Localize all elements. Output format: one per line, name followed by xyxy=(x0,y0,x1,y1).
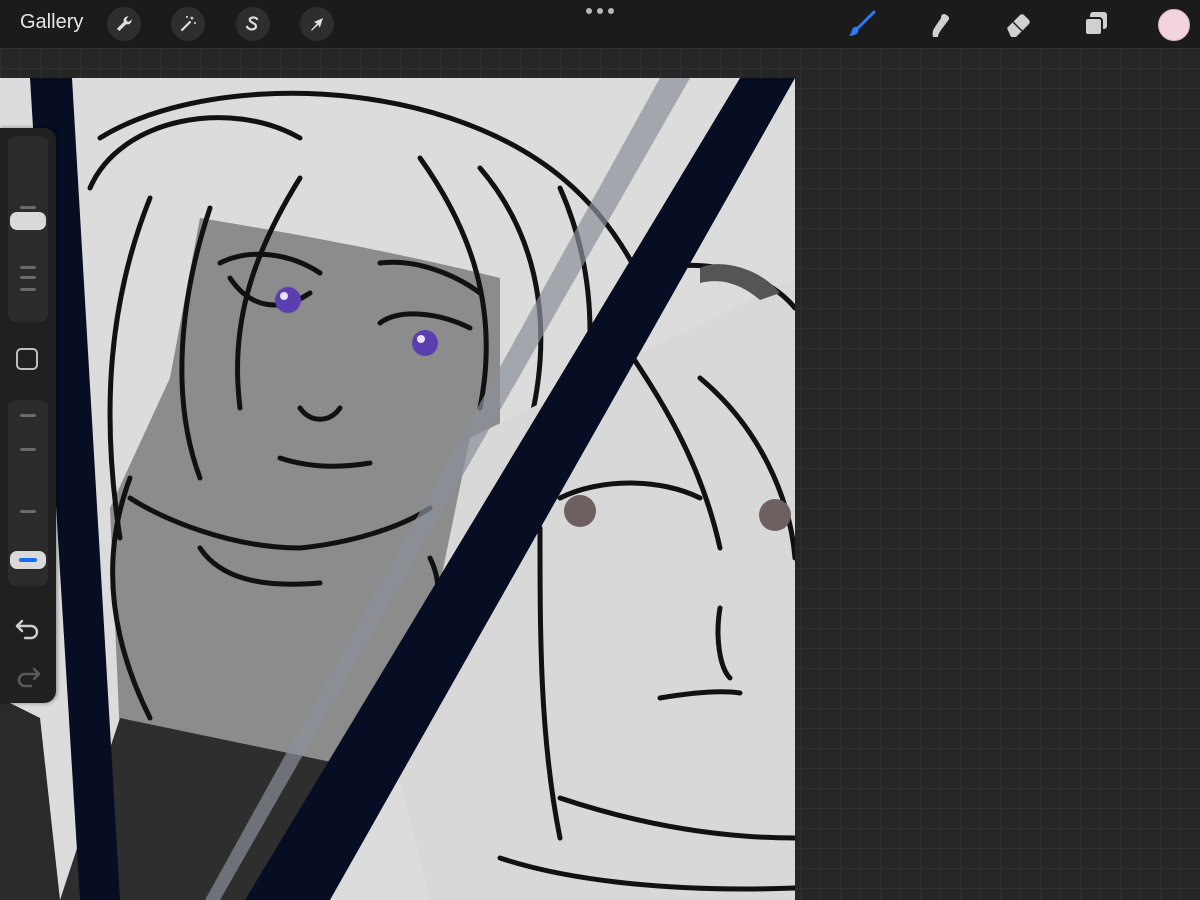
actions-button[interactable] xyxy=(107,7,141,41)
opacity-slider[interactable] xyxy=(8,400,48,586)
slider-tick xyxy=(20,288,36,291)
square-icon[interactable] xyxy=(16,348,38,370)
smudge-tool-button[interactable] xyxy=(923,8,955,40)
brush-icon xyxy=(849,10,876,36)
color-picker-button[interactable] xyxy=(1158,9,1190,41)
wrench-icon xyxy=(117,16,132,31)
slider-tick xyxy=(20,276,36,279)
right-eye-iris xyxy=(564,495,596,527)
opacity-thumb[interactable] xyxy=(10,551,46,569)
slider-tick xyxy=(20,266,36,269)
side-toolbar xyxy=(0,128,56,703)
hair-tuft xyxy=(700,264,780,300)
brush-tool-button[interactable] xyxy=(846,8,878,40)
magic-wand-icon xyxy=(180,16,196,32)
left-dark-corner xyxy=(0,698,60,900)
drawing-canvas[interactable] xyxy=(0,78,795,900)
eye-highlight xyxy=(417,335,425,343)
left-eye-right-iris xyxy=(412,330,438,356)
layers-icon xyxy=(1084,12,1107,36)
opacity-thumb-accent xyxy=(19,558,37,562)
slider-tick xyxy=(20,510,36,513)
left-eye-left-iris xyxy=(275,287,301,313)
eraser-tool-button[interactable] xyxy=(1002,8,1034,40)
sketch-artwork xyxy=(0,78,795,900)
transform-arrow-icon xyxy=(311,18,323,31)
right-eye-iris xyxy=(759,499,791,531)
selection-button[interactable] xyxy=(236,7,270,41)
transform-button[interactable] xyxy=(300,7,334,41)
gallery-button[interactable]: Gallery xyxy=(20,11,83,34)
smudge-icon xyxy=(932,14,950,37)
top-toolbar: Gallery xyxy=(0,0,1200,48)
eye-highlight xyxy=(280,292,288,300)
adjustments-button[interactable] xyxy=(171,7,205,41)
slider-tick xyxy=(20,414,36,417)
redo-arrow-icon[interactable] xyxy=(14,662,42,690)
slider-tick xyxy=(20,448,36,451)
selection-s-icon xyxy=(245,16,259,31)
eraser-icon xyxy=(1007,14,1030,37)
layers-button[interactable] xyxy=(1080,8,1112,40)
slider-tick xyxy=(20,206,36,209)
brush-size-thumb[interactable] xyxy=(10,212,46,230)
brush-size-slider[interactable] xyxy=(8,136,48,322)
undo-arrow-icon[interactable] xyxy=(14,614,42,642)
three-dots-icon[interactable] xyxy=(586,6,614,16)
